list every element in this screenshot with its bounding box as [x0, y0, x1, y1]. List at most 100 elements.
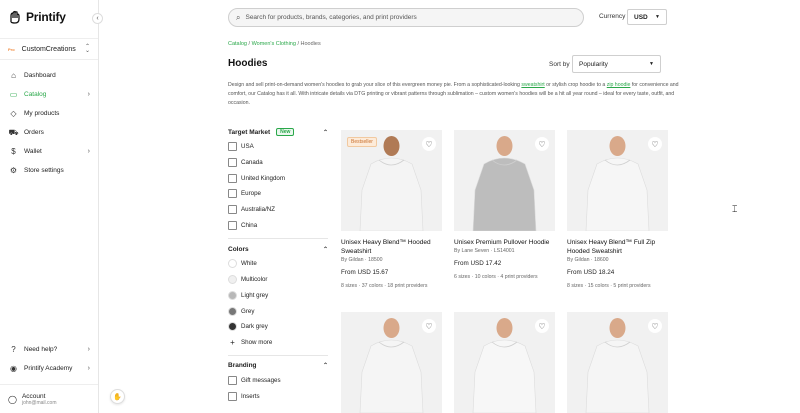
color-swatch[interactable] — [228, 259, 237, 269]
product-card[interactable]: ♡ Unisex Heavy Blend™ Full Zip Hooded Swe… — [567, 130, 668, 290]
filter-option-label: China — [241, 221, 258, 229]
color-option-grey[interactable]: Grey — [228, 303, 328, 319]
sidebar-item-my-products[interactable]: ◇ My products — [0, 104, 98, 123]
currency-label: Currency — [599, 13, 626, 20]
breadcrumb-womens-clothing[interactable]: Women's Clothing — [252, 41, 296, 47]
sweatshirt-link[interactable]: sweatshirt — [521, 82, 544, 88]
bestseller-badge: Bestseller — [347, 137, 377, 147]
product-image[interactable]: ♡ — [454, 130, 555, 231]
sidebar-item-label: Need help? — [24, 346, 58, 353]
sidebar-item-wallet[interactable]: $ Wallet › — [0, 142, 98, 161]
checkbox[interactable] — [228, 391, 237, 401]
truck-icon: ⛟ — [8, 127, 19, 137]
product-image[interactable]: ♡ — [567, 130, 668, 231]
sidebar-item-store-settings[interactable]: ⚙ Store settings — [0, 161, 98, 180]
filter-option-gift-messages[interactable]: Gift messages — [228, 373, 328, 389]
sidebar-item-dashboard[interactable]: ⌂ Dashboard — [0, 66, 98, 85]
product-card[interactable]: ♡ Unisex Premium Pullover Hoodie By Lane S… — [454, 130, 555, 281]
color-swatch[interactable] — [228, 275, 237, 285]
heart-icon: ♡ — [651, 321, 659, 331]
collapse-sidebar-button[interactable]: ‹ — [92, 13, 103, 24]
checkbox[interactable] — [228, 375, 237, 385]
filter-option-label: USA — [241, 143, 254, 151]
help-icon: ? — [11, 345, 16, 354]
filter-option-label: Inserts — [241, 392, 260, 400]
heart-icon: ♡ — [425, 139, 433, 149]
favorite-button[interactable]: ♡ — [535, 137, 549, 151]
sidebar-item-label: Store settings — [24, 167, 64, 174]
currency-select[interactable]: USD ▼ — [627, 9, 667, 25]
filter-option-inserts[interactable]: Inserts — [228, 388, 328, 404]
sort-value: Popularity — [579, 60, 608, 68]
sidebar-item-catalog[interactable]: ▭ Catalog › — [0, 85, 98, 104]
product-card[interactable]: ♡ — [454, 312, 555, 413]
chevron-left-icon: ‹ — [96, 15, 99, 22]
show-more-colors[interactable]: + Show more — [228, 335, 328, 350]
sort-select[interactable]: Popularity ▼ — [572, 55, 661, 73]
product-title[interactable]: Unisex Heavy Blend™ Full Zip Hooded Swea… — [567, 238, 668, 256]
printify-logo[interactable]: Printify — [8, 10, 66, 24]
search-input[interactable] — [245, 14, 566, 21]
divider — [228, 354, 328, 356]
filter-colors-header[interactable]: Colors ⌃ — [228, 243, 328, 255]
description-text: Design and sell print-on-demand women's … — [228, 82, 522, 88]
printify-hand-icon: ✋ — [113, 393, 122, 401]
store-selector[interactable]: Pro CustomCreations ⌃ ⌄ — [0, 38, 98, 60]
show-more-label: Show more — [241, 338, 273, 346]
favorite-button[interactable]: ♡ — [422, 319, 436, 333]
search-bar[interactable]: ⌕ — [228, 8, 584, 27]
filter-option-australia-nz[interactable]: Australia/NZ — [228, 202, 328, 218]
search-icon: ⌕ — [236, 12, 241, 22]
checkbox[interactable] — [228, 142, 237, 152]
color-swatch[interactable] — [228, 322, 237, 332]
filter-option-usa[interactable]: USA — [228, 139, 328, 155]
favorite-button[interactable]: ♡ — [648, 319, 662, 333]
filter-option-united-kingdom[interactable]: United Kingdom — [228, 170, 328, 186]
product-meta: 6 sizes · 10 colors · 4 print providers — [454, 274, 538, 280]
color-swatch[interactable] — [228, 290, 237, 300]
sidebar-item-orders[interactable]: ⛟ Orders — [0, 123, 98, 142]
zip-hoodie-link[interactable]: zip hoodie — [607, 82, 631, 88]
product-title[interactable]: Unisex Heavy Blend™ Hooded Sweatshirt — [341, 238, 442, 256]
checkbox[interactable] — [228, 173, 237, 183]
color-option-label: Grey — [241, 307, 255, 315]
favorite-button[interactable]: ♡ — [422, 137, 436, 151]
breadcrumb-catalog[interactable]: Catalog — [228, 41, 247, 47]
product-card[interactable]: ♡ — [567, 312, 668, 413]
heart-icon: ♡ — [538, 139, 546, 149]
printify-logo-icon — [10, 10, 20, 24]
product-image[interactable]: Bestseller ♡ — [341, 130, 442, 231]
color-swatch[interactable] — [228, 306, 237, 316]
product-card[interactable]: Bestseller ♡ Unisex Heavy Blend™ Hooded Sw… — [341, 130, 442, 290]
filter-option-europe[interactable]: Europe — [228, 186, 328, 202]
brand-name: Printify — [26, 10, 66, 24]
favorite-button[interactable]: ♡ — [535, 319, 549, 333]
checkbox[interactable] — [228, 189, 237, 199]
product-card[interactable]: ♡ — [341, 312, 442, 413]
filter-branding-header[interactable]: Branding ⌃ — [228, 360, 328, 372]
color-option-label: White — [241, 260, 257, 268]
breadcrumb-current: Hoodies — [300, 41, 321, 47]
account-icon: ◯ — [8, 394, 17, 404]
filter-target-market-header[interactable]: Target Market New ⌃ — [228, 126, 328, 138]
filter-option-china[interactable]: China — [228, 217, 328, 233]
color-option-dark-grey[interactable]: Dark grey — [228, 319, 328, 335]
checkbox[interactable] — [228, 220, 237, 230]
favorite-button[interactable]: ♡ — [648, 137, 662, 151]
product-title[interactable]: Unisex Premium Pullover Hoodie — [454, 238, 555, 247]
color-option-white[interactable]: White — [228, 256, 328, 272]
account-menu[interactable]: ◯ Account john@mail.com — [0, 384, 98, 413]
checkbox[interactable] — [228, 205, 237, 215]
color-option-multicolor[interactable]: Multicolor — [228, 272, 328, 288]
divider — [228, 238, 328, 240]
sidebar-item-need-help-[interactable]: ? Need help? › — [0, 340, 98, 359]
home-icon: ⌂ — [11, 71, 16, 80]
checkbox[interactable] — [228, 158, 237, 168]
product-image[interactable]: ♡ — [341, 312, 442, 413]
sidebar-item-printify-academy[interactable]: ◉ Printify Academy › — [0, 359, 98, 378]
product-image[interactable]: ♡ — [567, 312, 668, 413]
color-option-light-grey[interactable]: Light grey — [228, 288, 328, 304]
chat-button[interactable]: ✋ — [110, 389, 125, 404]
filter-option-canada[interactable]: Canada — [228, 155, 328, 171]
product-image[interactable]: ♡ — [454, 312, 555, 413]
